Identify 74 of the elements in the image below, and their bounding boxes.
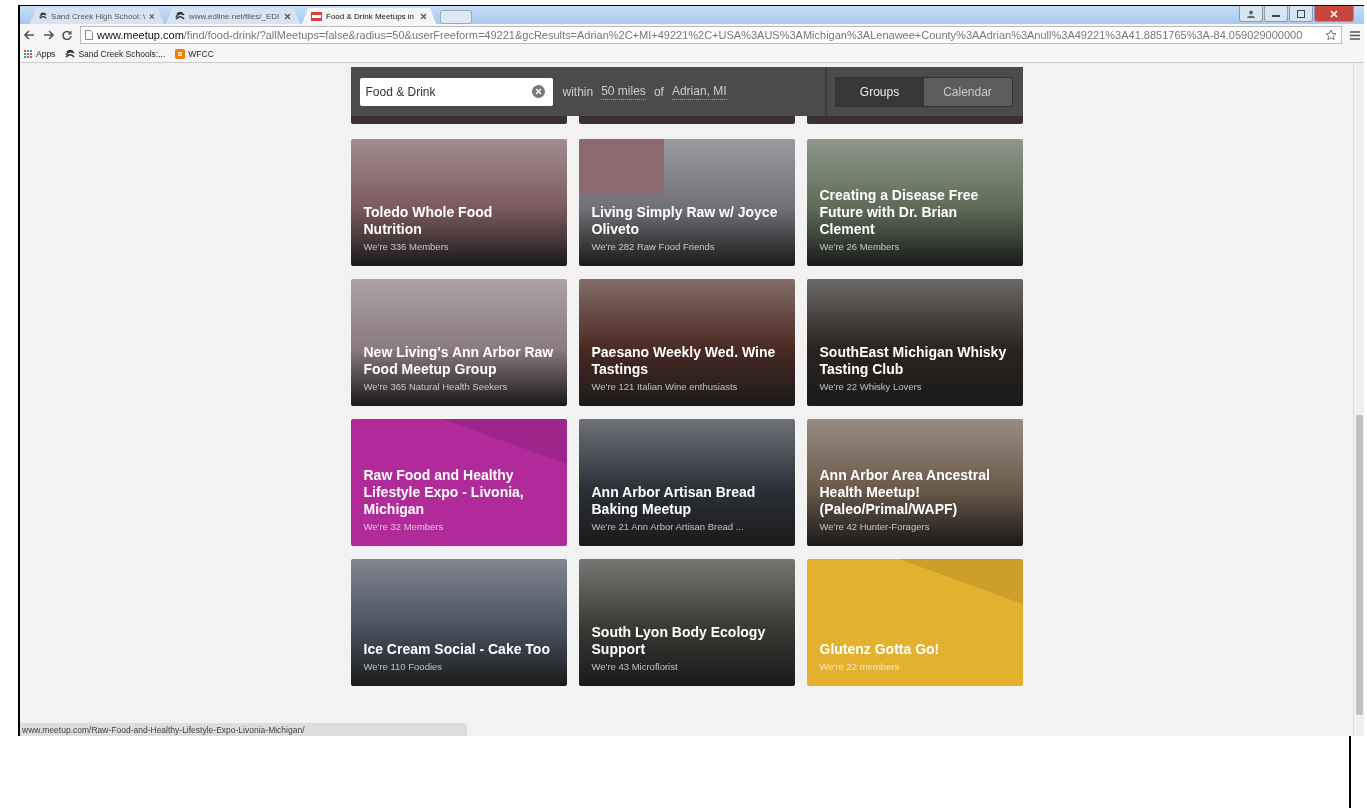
group-name: South Lyon Body Ecology Support bbox=[591, 624, 767, 658]
group-card[interactable]: Paesano Weekly Wed. Wine Tastings We're 121 Italian Wine enthusiasts bbox=[578, 279, 795, 406]
browser-tab[interactable]: Food & Drink Meetups in bbox=[302, 8, 436, 24]
location-picker[interactable]: Adrian, MI bbox=[671, 83, 727, 100]
group-card[interactable]: Ice Cream Social - Cake Too We're 110 Foodies bbox=[350, 559, 567, 686]
group-card[interactable]: Toledo Whole Food Nutrition We're 336 Members bbox=[350, 139, 567, 266]
member-count: We're 22 members bbox=[819, 661, 901, 672]
bookmark-link[interactable]: Apps bbox=[24, 49, 56, 59]
close-icon[interactable] bbox=[420, 12, 427, 20]
group-name: Creating a Disease Free Future with Dr. Brian Clement bbox=[819, 187, 980, 238]
apps-grid-icon bbox=[24, 49, 33, 59]
forward-arrow-icon[interactable] bbox=[43, 30, 54, 40]
clear-icon[interactable] bbox=[531, 85, 545, 98]
member-count: We're 43 Microflorist bbox=[591, 661, 679, 672]
group-card[interactable]: Creating a Disease Free Future with Dr. Brian Clement We're 26 Members bbox=[806, 139, 1023, 266]
group-name: New Living's Ann Arbor Raw Food Meetup Group bbox=[363, 344, 555, 378]
user-icon bbox=[1247, 9, 1255, 18]
group-card[interactable]: New Living's Ann Arbor Raw Food Meetup Group We're 365 Natural Health Seekers bbox=[350, 279, 567, 406]
meetup-logo-icon bbox=[311, 11, 322, 21]
url-text: www.meetup.com/find/food-drink/?allMeetups=false&radius=50&userFreeform=49221&gcResults=Adrian%2C+MI+49221%2C+USA%3AUS%3AMichigan%3ALenawee+County%3AAdrian%3Anull%3A49221%3A41.8851765%3A-84.059029000000 bbox=[97, 29, 1303, 41]
page-icon bbox=[85, 30, 93, 40]
scrollbar[interactable] bbox=[1353, 63, 1364, 736]
maximize-icon bbox=[1297, 9, 1305, 18]
status-url: www.meetup.com/Raw-Food-and-Healthy-Lifestyle-Expo-Livonia-Michigan/ bbox=[20, 723, 467, 736]
back-arrow-icon[interactable] bbox=[24, 30, 35, 40]
swoosh-logo-icon bbox=[65, 49, 76, 59]
group-name: SouthEast Michigan Whisky Tasting Club bbox=[819, 344, 1008, 378]
member-count: We're 32 Members bbox=[363, 521, 445, 532]
group-card[interactable]: Ann Arbor Area Ancestral Health Meetup! (Paleo/Primal/WAPF) We're 42 Hunter-Foragers bbox=[806, 419, 1023, 546]
group-name: Glutenz Gotta Go! bbox=[819, 641, 941, 658]
distance-picker[interactable]: 50 miles bbox=[601, 83, 646, 100]
star-icon[interactable] bbox=[1325, 29, 1337, 41]
group-card[interactable]: Raw Food and Healthy Lifestyle Expo - Livonia, Michigan We're 32 Members bbox=[350, 419, 567, 546]
group-card[interactable]: SouthEast Michigan Whisky Tasting Club We're 22 Whisky Lovers bbox=[806, 279, 1023, 406]
member-count: We're 22 Whisky Lovers bbox=[819, 381, 923, 392]
group-card[interactable]: Ann Arbor Artisan Bread Baking Meetup We're 21 Ann Arbor Artisan Bread ... bbox=[578, 419, 795, 546]
within-label: within bbox=[562, 84, 594, 99]
address-bar[interactable] bbox=[80, 26, 1342, 44]
view-toggle-button[interactable]: Groups bbox=[835, 77, 924, 106]
group-card[interactable]: Living Simply Raw w/ Joyce Oliveto We're 282 Raw Food Friends bbox=[578, 139, 795, 266]
group-name: Ice Cream Social - Cake Too bbox=[363, 641, 551, 658]
close-icon bbox=[1330, 9, 1338, 18]
group-name: Toledo Whole Food Nutrition bbox=[363, 204, 494, 238]
member-count: We're 21 Ann Arbor Artisan Bread ... bbox=[591, 521, 745, 532]
reload-icon[interactable] bbox=[62, 30, 72, 40]
member-count: We're 26 Members bbox=[819, 241, 901, 252]
swoosh-logo-icon bbox=[175, 11, 185, 21]
blog-logo-icon bbox=[175, 49, 186, 59]
bookmark-link[interactable]: WFCC bbox=[175, 49, 214, 59]
minimize-button[interactable] bbox=[1264, 6, 1288, 22]
view-toggle-button[interactable]: Calendar bbox=[923, 77, 1012, 106]
of-label: of bbox=[653, 84, 664, 99]
profile-button[interactable] bbox=[1239, 6, 1263, 22]
member-count: We're 110 Foodies bbox=[363, 661, 444, 672]
group-card[interactable]: South Lyon Body Ecology Support We're 43 Microflorist bbox=[578, 559, 795, 686]
member-count: We're 121 Italian Wine enthusiasts bbox=[591, 381, 739, 392]
member-count: We're 365 Natural Health Seekers bbox=[363, 381, 509, 392]
swoosh-logo-icon bbox=[39, 11, 48, 21]
browser-tab[interactable]: Sand Creek High School: \ bbox=[30, 8, 164, 24]
browser-tab[interactable]: www.edline.net/files/_EDI bbox=[166, 8, 300, 24]
group-name: Raw Food and Healthy Lifestyle Expo - Livonia, Michigan bbox=[363, 467, 525, 518]
member-count: We're 42 Hunter-Foragers bbox=[819, 521, 931, 532]
close-icon[interactable] bbox=[149, 12, 155, 20]
group-name: Living Simply Raw w/ Joyce Oliveto bbox=[591, 204, 779, 238]
maximize-button[interactable] bbox=[1289, 6, 1313, 22]
member-count: We're 282 Raw Food Friends bbox=[591, 241, 716, 252]
group-name: Ann Arbor Artisan Bread Baking Meetup bbox=[591, 484, 757, 518]
member-count: We're 336 Members bbox=[363, 241, 450, 252]
search-field[interactable]: Food & Drink bbox=[359, 77, 553, 106]
menu-icon[interactable] bbox=[1350, 30, 1360, 40]
group-name: Ann Arbor Area Ancestral Health Meetup! (Paleo/Primal/WAPF) bbox=[819, 467, 991, 518]
bookmark-link[interactable]: Sand Creek Schools:... bbox=[65, 49, 166, 59]
group-name: Paesano Weekly Wed. Wine Tastings bbox=[591, 344, 777, 378]
close-icon[interactable] bbox=[284, 12, 291, 20]
